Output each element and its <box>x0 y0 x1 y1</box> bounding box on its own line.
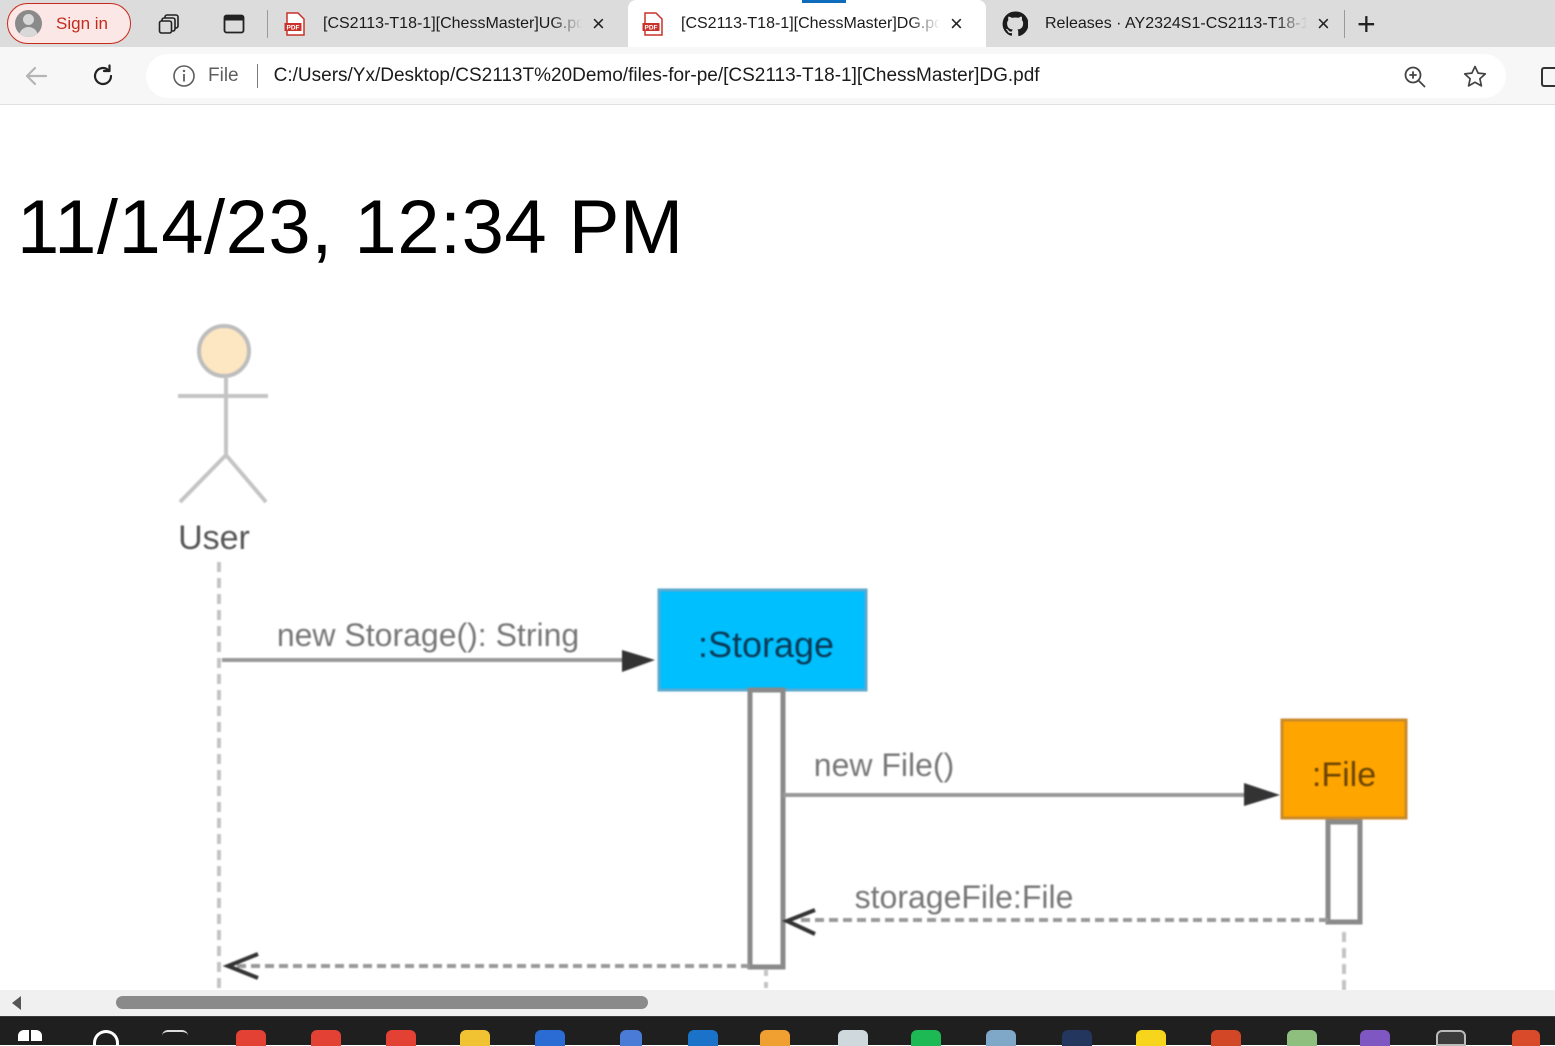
pdf-icon: PDF <box>642 11 663 36</box>
windows-taskbar <box>0 1016 1555 1046</box>
powerpoint-icon[interactable] <box>1211 1030 1241 1046</box>
tab-title: Releases · AY2324S1-CS2113-T18-1 <box>1045 14 1307 32</box>
sign-in-button[interactable]: Sign in <box>7 3 131 44</box>
scroll-left-arrow-icon[interactable] <box>12 996 21 1010</box>
search-icon[interactable] <box>93 1030 119 1046</box>
task-view-icon[interactable] <box>162 1030 188 1046</box>
address-bar[interactable]: File C:/Users/Yx/Desktop/CS2113T%20Demo/… <box>146 54 1506 98</box>
address-divider <box>256 64 258 88</box>
svg-text:PDF: PDF <box>645 24 658 31</box>
actor-label: User <box>178 519 250 557</box>
active-tab-indicator <box>802 0 846 3</box>
horizontal-scrollbar[interactable] <box>0 990 1555 1016</box>
windows-start-icon[interactable] <box>18 1030 42 1046</box>
tab-ug-pdf[interactable]: PDF [CS2113-T18-1][ChessMaster]UG.pdf × <box>270 0 625 47</box>
svg-text:PDF: PDF <box>287 24 300 31</box>
close-tab-icon[interactable]: × <box>950 12 963 35</box>
tab-strip: Sign in PDF [CS2113-T18-1][ChessMaster]U… <box>0 0 1555 47</box>
actor-figure <box>178 324 268 504</box>
file-activation-bar <box>1325 819 1363 925</box>
favorite-star-icon[interactable] <box>1462 64 1488 90</box>
tab-divider <box>267 10 268 38</box>
split-screen-icon[interactable] <box>1541 67 1555 87</box>
calculator-icon[interactable] <box>986 1030 1016 1046</box>
scheme-label: File <box>208 65 239 86</box>
tab-dg-pdf[interactable]: PDF [CS2113-T18-1][ChessMaster]DG.pdf × <box>628 0 986 47</box>
pdf-icon: PDF <box>284 11 305 36</box>
tab-actions-icon[interactable] <box>222 12 246 36</box>
chrome-icon[interactable] <box>386 1030 416 1046</box>
close-tab-icon[interactable]: × <box>592 12 605 35</box>
info-icon[interactable] <box>172 64 196 88</box>
refresh-icon[interactable] <box>89 62 117 90</box>
word-icon[interactable] <box>535 1030 565 1046</box>
zoom-icon[interactable] <box>1402 64 1428 90</box>
sign-in-label: Sign in <box>56 13 108 33</box>
participant-file-label: :File <box>1312 756 1376 794</box>
outlook-icon[interactable] <box>688 1030 718 1046</box>
navigation-toolbar: File C:/Users/Yx/Desktop/CS2113T%20Demo/… <box>0 47 1555 105</box>
arrowhead-icon <box>1244 783 1280 806</box>
profile-avatar-icon <box>15 10 42 37</box>
tab-divider <box>1344 10 1345 38</box>
app-icon[interactable] <box>760 1030 790 1046</box>
participant-storage-label: :Storage <box>698 624 834 665</box>
message-label: new File() <box>814 747 954 783</box>
storage-activation-bar <box>747 687 786 970</box>
visual-studio-icon[interactable] <box>1360 1030 1390 1046</box>
github-icon <box>1002 11 1028 36</box>
file-explorer-icon[interactable] <box>460 1030 490 1046</box>
sticky-notes-icon[interactable] <box>1136 1030 1166 1046</box>
paint-icon[interactable] <box>1287 1030 1317 1046</box>
new-tab-button[interactable]: + <box>1357 8 1376 40</box>
app-icon[interactable] <box>1062 1030 1092 1046</box>
message-label: storageFile:File <box>855 879 1074 915</box>
message-label: new Storage(): String <box>277 617 579 653</box>
tab-github-releases[interactable]: Releases · AY2324S1-CS2113-T18-1 × <box>988 0 1340 47</box>
close-tab-icon[interactable]: × <box>1317 12 1330 35</box>
pdf-viewer: 11/14/23, 12:34 PM User :Storage :File n… <box>0 106 1555 990</box>
back-arrow-icon[interactable] <box>22 62 50 90</box>
chrome-icon[interactable] <box>311 1030 341 1046</box>
spotify-icon[interactable] <box>911 1030 941 1046</box>
chrome-icon[interactable] <box>236 1030 266 1046</box>
app-icon[interactable] <box>1512 1030 1540 1046</box>
tab-title: [CS2113-T18-1][ChessMaster]UG.pdf <box>323 14 582 32</box>
sequence-diagram: User :Storage :File new Storage(): Strin… <box>178 324 1408 990</box>
arrowhead-icon <box>622 650 655 672</box>
tab-title: [CS2113-T18-1][ChessMaster]DG.pdf <box>681 14 940 32</box>
workspaces-icon[interactable] <box>158 12 182 36</box>
terminal-icon[interactable] <box>1436 1030 1466 1046</box>
url-text[interactable]: C:/Users/Yx/Desktop/CS2113T%20Demo/files… <box>274 65 1040 87</box>
scrollbar-thumb[interactable] <box>116 996 648 1009</box>
snipping-tool-icon[interactable] <box>620 1030 642 1046</box>
notepad-icon[interactable] <box>838 1030 868 1046</box>
